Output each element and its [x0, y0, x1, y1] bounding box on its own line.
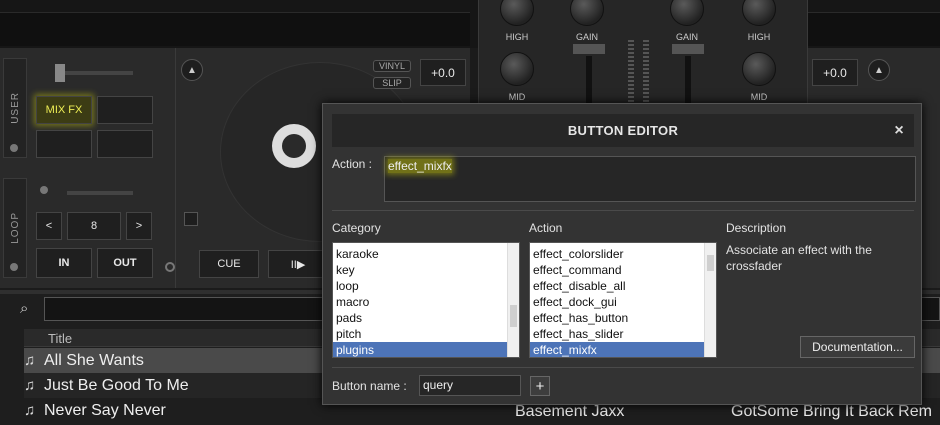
track-title: Never Say Never	[44, 401, 166, 419]
description-header: Description	[726, 221, 787, 235]
track-remix: GotSome Bring It Back Rem	[731, 403, 932, 420]
list-item[interactable]: key	[333, 262, 519, 278]
play-pause-button[interactable]: II▶	[268, 250, 328, 278]
column-title[interactable]: Title	[48, 331, 72, 346]
list-item[interactable]: karaoke	[333, 246, 519, 262]
category-list[interactable]: karaoke key loop macro pads pitch plugin…	[332, 242, 520, 358]
stop-icon[interactable]	[184, 212, 198, 226]
pad-3[interactable]	[36, 130, 92, 158]
user-tab[interactable]: USER	[3, 58, 27, 158]
list-item[interactable]: effect_colorslider	[530, 246, 716, 262]
gain-label-left: GAIN	[575, 32, 598, 42]
load-up-icon-right[interactable]: ▲	[868, 59, 890, 81]
loop-size-display: 8	[67, 212, 121, 240]
fx-slider-handle[interactable]	[55, 64, 65, 82]
gain-label-right: GAIN	[675, 32, 698, 42]
list-item-selected[interactable]: plugins	[333, 342, 519, 357]
action-input-value: effect_mixfx	[388, 159, 452, 173]
pitch-display-left: +0.0	[420, 59, 466, 86]
cue-button[interactable]: CUE	[199, 250, 259, 278]
button-name-input[interactable]: query	[419, 375, 521, 396]
list-item[interactable]: effect_command	[530, 262, 716, 278]
description-text: Associate an effect with the crossfader	[726, 243, 872, 273]
waveform-left	[0, 12, 470, 46]
loop-slider[interactable]	[67, 191, 133, 195]
settings-gear-icon[interactable]	[165, 262, 175, 272]
documentation-button[interactable]: Documentation...	[800, 336, 915, 358]
list-item[interactable]: effect_has_slider	[530, 326, 716, 342]
mid-knob-right[interactable]	[742, 52, 776, 86]
slip-button[interactable]: SLIP	[373, 77, 411, 89]
list-item[interactable]: effect_dock_gui	[530, 294, 716, 310]
action-input[interactable]: effect_mixfx	[384, 156, 916, 202]
loop-led	[10, 263, 18, 271]
music-note-icon: ♫	[24, 352, 36, 369]
loop-section-led	[40, 186, 48, 194]
mid-knob-left[interactable]	[500, 52, 534, 86]
volume-fader-right-track[interactable]	[685, 56, 691, 106]
list-item-selected[interactable]: effect_mixfx	[530, 342, 716, 357]
loop-in-button[interactable]: IN	[36, 248, 92, 278]
loop-tab-label: LOOP	[9, 212, 21, 244]
action-list[interactable]: effect_colorslider effect_command effect…	[529, 242, 717, 358]
list-item[interactable]: pads	[333, 310, 519, 326]
dialog-title-bar[interactable]: BUTTON EDITOR ×	[332, 114, 914, 147]
volume-fader-left-track[interactable]	[586, 56, 592, 106]
category-scrollbar[interactable]	[507, 243, 519, 357]
music-note-icon: ♫	[24, 377, 36, 394]
mid-label-right: MID	[750, 92, 768, 102]
button-editor-dialog: BUTTON EDITOR × Action : effect_mixfx Ca…	[322, 103, 922, 405]
button-name-label: Button name :	[332, 379, 407, 393]
deck-divider	[175, 48, 176, 288]
high-label-right: HIGH	[747, 32, 771, 42]
vu-meter-left	[628, 40, 634, 102]
track-artist: Basement Jaxx	[515, 403, 625, 420]
fx-slider-track[interactable]	[55, 71, 133, 75]
volume-fader-right-handle[interactable]	[672, 44, 704, 54]
pad-4[interactable]	[97, 130, 153, 158]
music-note-icon: ♫	[24, 402, 36, 419]
dialog-title: BUTTON EDITOR	[567, 123, 679, 138]
action-scrollbar[interactable]	[704, 243, 716, 357]
list-item[interactable]: macro	[333, 294, 519, 310]
add-button[interactable]: +	[530, 376, 550, 396]
mid-label-left: MID	[508, 92, 526, 102]
load-up-icon[interactable]: ▲	[181, 59, 203, 81]
volume-fader-left-handle[interactable]	[573, 44, 605, 54]
pad-mix-fx[interactable]: MIX FX	[36, 96, 92, 124]
list-item[interactable]: effect_disable_all	[530, 278, 716, 294]
vu-meter-right	[643, 40, 649, 102]
track-title: Just Be Good To Me	[44, 376, 189, 394]
divider	[332, 210, 914, 211]
search-icon: ⌕	[20, 300, 29, 317]
divider	[332, 367, 914, 368]
list-item[interactable]: pitch	[333, 326, 519, 342]
pad-2[interactable]	[97, 96, 153, 124]
category-scroll-thumb[interactable]	[510, 305, 517, 327]
user-led	[10, 144, 18, 152]
action-header: Action	[529, 221, 563, 235]
loop-next-button[interactable]: >	[126, 212, 152, 240]
loop-prev-button[interactable]: <	[36, 212, 62, 240]
vinyl-button[interactable]: VINYL	[373, 60, 411, 72]
close-icon[interactable]: ×	[894, 122, 904, 140]
pitch-display-right: +0.0	[812, 59, 858, 86]
list-item[interactable]: effect_has_button	[530, 310, 716, 326]
jog-center-ring	[282, 134, 306, 158]
list-item[interactable]: loop	[333, 278, 519, 294]
loop-out-button[interactable]: OUT	[97, 248, 153, 278]
action-label: Action :	[332, 157, 373, 171]
user-tab-label: USER	[9, 92, 21, 124]
action-scroll-thumb[interactable]	[707, 255, 714, 271]
waveform-right	[808, 12, 940, 46]
category-header: Category	[332, 221, 381, 235]
high-label-left: HIGH	[505, 32, 529, 42]
track-title: All She Wants	[44, 351, 144, 369]
